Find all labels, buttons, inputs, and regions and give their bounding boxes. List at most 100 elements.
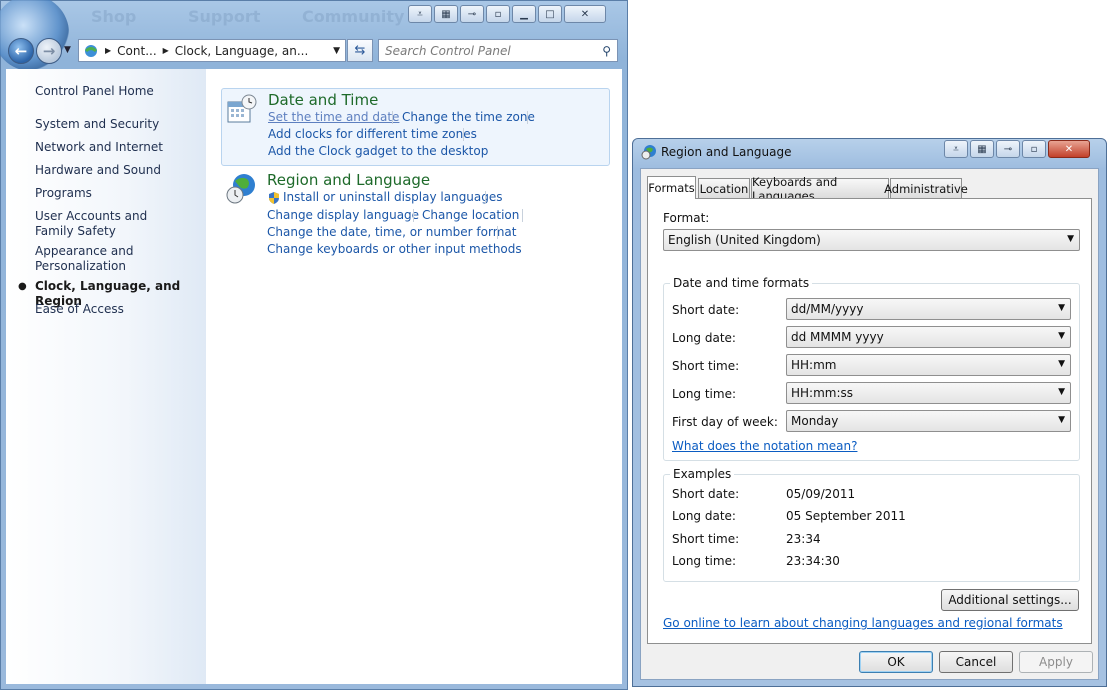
breadcrumb-arrow-icon: ▶	[162, 46, 169, 55]
dialog-close-button[interactable]: ✕	[1048, 140, 1090, 158]
search-placeholder: Search Control Panel	[385, 43, 511, 58]
apply-button[interactable]: Apply	[1019, 651, 1093, 673]
separator	[527, 111, 528, 124]
change-display-language-link[interactable]: Change display language	[267, 208, 419, 222]
breadcrumb-clock-language-region[interactable]: Clock, Language, an...	[175, 44, 308, 58]
maximize-button[interactable]: □	[538, 5, 562, 23]
sidebar-item-control-panel-home[interactable]: Control Panel Home	[35, 84, 195, 99]
change-format-link[interactable]: Change the date, time, or number format	[267, 225, 516, 239]
first-day-select[interactable]: Monday ▼	[786, 410, 1071, 432]
add-clock-gadget-link[interactable]: Add the Clock gadget to the desktop	[268, 144, 488, 158]
separator	[497, 226, 498, 239]
date-time-title[interactable]: Date and Time	[268, 91, 378, 109]
change-time-zone-link[interactable]: Change the time zone	[402, 110, 535, 124]
example-long-time-value: 23:34:30	[786, 554, 840, 568]
first-day-value: Monday	[791, 414, 839, 428]
example-short-time-value: 23:34	[786, 532, 821, 546]
restore-small-icon[interactable]: ▫	[486, 5, 510, 23]
short-date-select[interactable]: dd/MM/yyyy ▼	[786, 298, 1071, 320]
additional-settings-button[interactable]: Additional settings...	[941, 589, 1079, 611]
example-long-date-value: 05 September 2011	[786, 509, 906, 523]
sidebar-item-network-internet[interactable]: Network and Internet	[35, 140, 195, 155]
dialog-title: Region and Language	[661, 145, 792, 159]
sidebar-item-ease-of-access[interactable]: Ease of Access	[35, 302, 195, 317]
globe-clock-icon	[641, 145, 656, 160]
breadcrumb-arrow-icon: ▶	[105, 46, 112, 55]
dropdown-caption-icon[interactable]: ⩡	[944, 140, 968, 158]
format-label: Format:	[663, 211, 710, 225]
breadcrumb-control-panel[interactable]: Cont...	[117, 44, 156, 58]
window-menu-icon[interactable]: ▦	[434, 5, 458, 23]
example-short-date-value: 05/09/2011	[786, 487, 856, 501]
pin-icon[interactable]: ⊸	[996, 140, 1020, 158]
address-dropdown-icon[interactable]: ▼	[333, 46, 340, 56]
format-select[interactable]: English (United Kingdom) ▼	[663, 229, 1080, 251]
set-time-date-link[interactable]: Set the time and date	[268, 110, 399, 124]
tab-administrative[interactable]: Administrative	[884, 178, 968, 198]
online-help-link[interactable]: Go online to learn about changing langua…	[663, 616, 1063, 630]
restore-small-icon[interactable]: ▫	[1022, 140, 1046, 158]
forward-button[interactable]: →	[36, 38, 62, 64]
long-date-label: Long date:	[672, 331, 736, 345]
ok-button[interactable]: OK	[859, 651, 933, 673]
cancel-button[interactable]: Cancel	[939, 651, 1013, 673]
separator	[522, 209, 523, 222]
minimize-button[interactable]: ▁	[512, 5, 536, 23]
install-languages-link[interactable]: Install or uninstall display languages	[283, 190, 503, 204]
notation-help-link[interactable]: What does the notation mean?	[672, 439, 857, 453]
sidebar-item-system-security[interactable]: System and Security	[35, 117, 195, 132]
sidebar-item-hardware-sound[interactable]: Hardware and Sound	[35, 163, 195, 178]
sidebar: Control Panel Home System and Security N…	[6, 69, 206, 684]
address-bar[interactable]: ▶ Cont... ▶ Clock, Language, an... ▼	[78, 39, 346, 62]
close-button[interactable]: ✕	[564, 5, 606, 23]
long-date-value: dd MMMM yyyy	[791, 330, 884, 344]
chevron-down-icon: ▼	[1058, 359, 1065, 369]
sidebar-item-programs[interactable]: Programs	[35, 186, 195, 201]
change-keyboards-link[interactable]: Change keyboards or other input methods	[267, 242, 522, 256]
change-location-link[interactable]: Change location	[422, 208, 519, 222]
first-day-label: First day of week:	[672, 415, 778, 429]
back-button[interactable]: ←	[8, 38, 34, 64]
dropdown-caption-icon[interactable]: ⩡	[408, 5, 432, 23]
short-time-select[interactable]: HH:mm ▼	[786, 354, 1071, 376]
add-clocks-link[interactable]: Add clocks for different time zones	[268, 127, 477, 141]
main-content: Date and Time Set the time and date Chan…	[206, 69, 622, 684]
category-date-time: Date and Time Set the time and date Chan…	[221, 88, 610, 166]
sidebar-item-user-accounts[interactable]: User Accounts and Family Safety	[35, 209, 185, 239]
long-time-label: Long time:	[672, 387, 737, 401]
format-value: English (United Kingdom)	[668, 233, 821, 247]
short-time-label: Short time:	[672, 359, 740, 373]
window-menu-icon[interactable]: ▦	[970, 140, 994, 158]
calendar-clock-icon	[227, 94, 257, 123]
chevron-down-icon: ▼	[1058, 415, 1065, 425]
example-short-date-label: Short date:	[672, 487, 740, 501]
recent-pages-chevron-icon[interactable]: ▼	[64, 45, 71, 55]
tab-formats[interactable]: Formats	[647, 176, 696, 199]
globe-clock-icon	[226, 174, 255, 204]
refresh-button[interactable]: ⇆	[347, 39, 373, 62]
caption-buttons: ⩡ ▦ ⊸ ▫ ▁ □ ✕	[408, 5, 606, 23]
long-date-select[interactable]: dd MMMM yyyy ▼	[786, 326, 1071, 348]
short-time-value: HH:mm	[791, 358, 837, 372]
region-language-title[interactable]: Region and Language	[267, 171, 430, 189]
search-icon[interactable]: ⚲	[602, 44, 611, 58]
tab-keyboards-languages[interactable]: Keyboards and Languages	[751, 175, 889, 203]
pin-icon[interactable]: ⊸	[460, 5, 484, 23]
examples-group: Examples Short date: 05/09/2011 Long dat…	[663, 467, 1080, 582]
date-time-formats-group: Date and time formats Short date: dd/MM/…	[663, 276, 1080, 461]
chevron-down-icon: ▼	[1067, 234, 1074, 244]
separator	[392, 111, 393, 124]
group-title: Date and time formats	[670, 276, 813, 290]
short-date-value: dd/MM/yyyy	[791, 302, 864, 316]
long-time-value: HH:mm:ss	[791, 386, 854, 400]
uac-shield-icon	[269, 192, 279, 204]
sidebar-item-appearance[interactable]: Appearance and Personalization	[35, 244, 155, 274]
region-language-dialog: Region and Language ⩡ ▦ ⊸ ▫ ✕ Formats Lo…	[632, 138, 1107, 687]
dialog-body: Formats Location Keyboards and Languages…	[640, 168, 1099, 680]
active-bullet-icon: ●	[18, 281, 27, 292]
formats-tab-page: Format: English (United Kingdom) ▼ Date …	[647, 198, 1092, 644]
example-short-time-label: Short time:	[672, 532, 740, 546]
search-input[interactable]: Search Control Panel ⚲	[378, 39, 618, 62]
long-time-select[interactable]: HH:mm:ss ▼	[786, 382, 1071, 404]
tab-location[interactable]: Location	[698, 178, 750, 198]
